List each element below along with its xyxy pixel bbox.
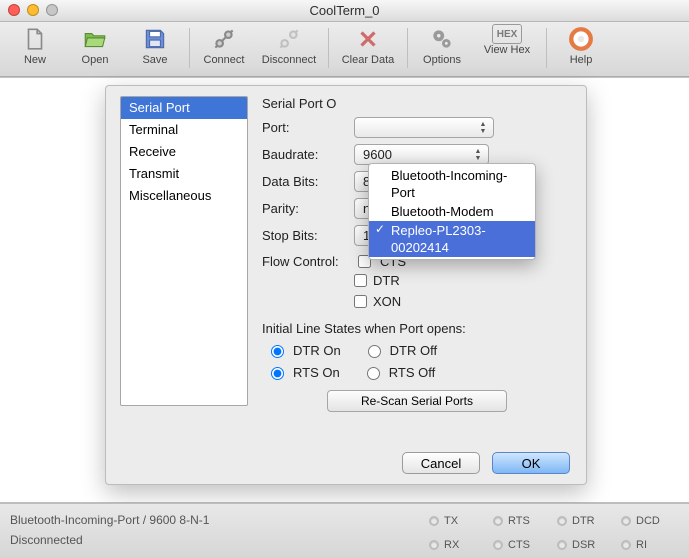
minimize-icon[interactable] <box>27 4 39 16</box>
flow-dtr-checkbox[interactable]: DTR <box>354 273 572 288</box>
toolbar-label: Disconnect <box>262 54 316 66</box>
databits-label: Data Bits: <box>262 174 354 189</box>
file-icon <box>18 24 52 54</box>
open-button[interactable]: Open <box>66 24 124 66</box>
toolbar-separator <box>407 28 408 68</box>
toolbar-label: Options <box>423 54 461 66</box>
initial-states-heading: Initial Line States when Port opens: <box>262 321 572 336</box>
help-button[interactable]: Help <box>552 24 610 66</box>
port-option[interactable]: Bluetooth-Modem <box>369 202 535 221</box>
toolbar-separator <box>546 28 547 68</box>
stopbits-label: Stop Bits: <box>262 228 354 243</box>
status-state: Disconnected <box>10 530 419 550</box>
toolbar: New Open Save Connect Disconnect <box>0 22 689 77</box>
flowcontrol-label: Flow Control: <box>262 254 354 269</box>
port-dropdown-menu[interactable]: Bluetooth-Incoming-Port Bluetooth-Modem … <box>368 163 536 260</box>
content-area: Serial Port Terminal Receive Transmit Mi… <box>0 77 689 503</box>
flow-xon-checkbox[interactable]: XON <box>354 294 572 309</box>
radio-label: RTS On <box>293 365 340 380</box>
checkbox-label: XON <box>373 294 401 309</box>
led-dcd: DCD <box>621 510 683 532</box>
select-value: 9600 <box>363 147 392 162</box>
titlebar: CoolTerm_0 <box>0 0 689 22</box>
toolbar-label: Connect <box>204 54 245 66</box>
category-transmit[interactable]: Transmit <box>121 163 247 185</box>
connect-icon <box>207 24 241 54</box>
status-bar: Bluetooth-Incoming-Port / 9600 8-N-1 Dis… <box>0 503 689 558</box>
led-cts: CTS <box>493 534 555 556</box>
status-leds: TX RTS DTR DCD RX CTS DSR RI <box>429 504 689 558</box>
led-dsr: DSR <box>557 534 619 556</box>
gear-icon <box>425 24 459 54</box>
led-tx: TX <box>429 510 491 532</box>
dtr-on-radio[interactable]: DTR On <box>266 342 341 358</box>
radio-label: DTR On <box>293 343 341 358</box>
cancel-button[interactable]: Cancel <box>402 452 480 474</box>
dtr-off-radio[interactable]: DTR Off <box>363 342 437 358</box>
port-select[interactable]: ▲▼ <box>354 117 494 138</box>
toolbar-label: Clear Data <box>342 54 395 66</box>
port-option[interactable]: Bluetooth-Incoming-Port <box>369 166 535 202</box>
category-terminal[interactable]: Terminal <box>121 119 247 141</box>
led-ri: RI <box>621 534 683 556</box>
view-hex-button[interactable]: HEX View Hex <box>473 24 541 56</box>
hex-icon: HEX <box>492 24 522 44</box>
form-heading: Serial Port O <box>262 96 572 111</box>
clear-data-button[interactable]: Clear Data <box>334 24 402 66</box>
checkbox-label: DTR <box>373 273 400 288</box>
parity-label: Parity: <box>262 201 354 216</box>
toolbar-label: View Hex <box>484 44 530 56</box>
toolbar-label: New <box>24 54 46 66</box>
toolbar-label: Open <box>82 54 109 66</box>
ok-button[interactable]: OK <box>492 452 570 474</box>
help-icon <box>564 24 598 54</box>
options-button[interactable]: Options <box>413 24 471 66</box>
led-dtr: DTR <box>557 510 619 532</box>
stepper-icon: ▲▼ <box>471 147 485 163</box>
zoom-icon[interactable] <box>46 4 58 16</box>
window-title: CoolTerm_0 <box>309 3 379 18</box>
category-serial-port[interactable]: Serial Port <box>121 97 247 119</box>
connect-button[interactable]: Connect <box>195 24 253 66</box>
close-icon[interactable] <box>8 4 20 16</box>
rts-off-radio[interactable]: RTS Off <box>362 364 435 380</box>
stepper-icon: ▲▼ <box>476 120 490 136</box>
options-dialog: Serial Port Terminal Receive Transmit Mi… <box>105 85 587 485</box>
led-rx: RX <box>429 534 491 556</box>
led-rts: RTS <box>493 510 555 532</box>
port-option-selected[interactable]: Repleo-PL2303-00202414 <box>369 221 535 257</box>
toolbar-separator <box>189 28 190 68</box>
category-list[interactable]: Serial Port Terminal Receive Transmit Mi… <box>120 96 248 406</box>
toolbar-separator <box>328 28 329 68</box>
save-icon <box>138 24 172 54</box>
radio-label: DTR Off <box>390 343 437 358</box>
status-connection: Bluetooth-Incoming-Port / 9600 8-N-1 <box>10 510 419 530</box>
port-label: Port: <box>262 120 354 135</box>
disconnect-button[interactable]: Disconnect <box>255 24 323 66</box>
new-button[interactable]: New <box>6 24 64 66</box>
radio-label: RTS Off <box>389 365 435 380</box>
rts-on-radio[interactable]: RTS On <box>266 364 340 380</box>
toolbar-label: Help <box>570 54 593 66</box>
disconnect-icon <box>272 24 306 54</box>
save-button[interactable]: Save <box>126 24 184 66</box>
category-receive[interactable]: Receive <box>121 141 247 163</box>
category-miscellaneous[interactable]: Miscellaneous <box>121 185 247 207</box>
toolbar-label: Save <box>142 54 167 66</box>
window-controls <box>8 4 58 16</box>
clear-icon <box>351 24 385 54</box>
baudrate-select[interactable]: 9600 ▲▼ <box>354 144 489 165</box>
baudrate-label: Baudrate: <box>262 147 354 162</box>
rescan-button[interactable]: Re-Scan Serial Ports <box>327 390 507 412</box>
open-icon <box>78 24 112 54</box>
